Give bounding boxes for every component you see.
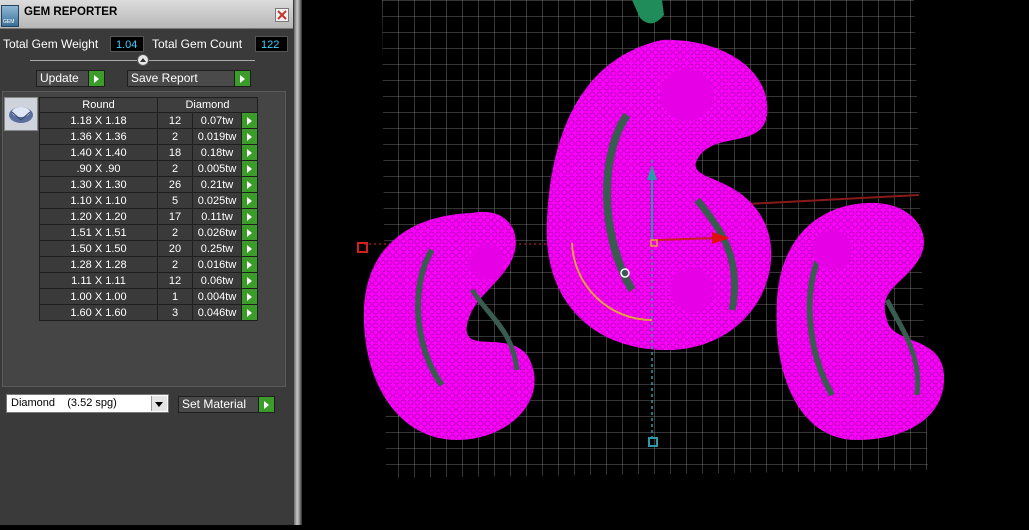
divider bbox=[149, 60, 255, 61]
gem-count: 2 bbox=[157, 160, 193, 177]
gem-count: 17 bbox=[157, 208, 193, 225]
gem-count: 1 bbox=[157, 288, 193, 305]
collapse-icon[interactable] bbox=[137, 54, 149, 66]
select-gems-button[interactable] bbox=[241, 176, 258, 193]
title-bar[interactable]: GEM REPORTER bbox=[0, 0, 293, 29]
play-icon bbox=[88, 71, 104, 86]
select-gems-button[interactable] bbox=[241, 272, 258, 289]
save-report-button[interactable]: Save Report bbox=[127, 70, 251, 87]
shape-header: Round bbox=[39, 97, 158, 113]
total-gem-weight-label: Total Gem Weight bbox=[3, 37, 99, 51]
save-report-button-label: Save Report bbox=[131, 71, 198, 85]
gem-weight: 0.046tw bbox=[192, 304, 242, 321]
select-gems-button[interactable] bbox=[241, 304, 258, 321]
select-gems-button[interactable] bbox=[241, 240, 258, 257]
gem-size: 1.30 X 1.30 bbox=[39, 176, 158, 193]
set-material-button[interactable]: Set Material bbox=[178, 396, 275, 413]
gem-count: 5 bbox=[157, 192, 193, 209]
gem-reporter-panel: GEM REPORTER Total Gem Weight 1.04 Total… bbox=[0, 0, 294, 525]
select-gems-button[interactable] bbox=[241, 160, 258, 177]
material-header: Diamond bbox=[157, 97, 258, 113]
update-button[interactable]: Update bbox=[36, 70, 105, 87]
gem-size: 1.51 X 1.51 bbox=[39, 224, 158, 241]
play-icon bbox=[258, 397, 274, 412]
gem-row[interactable]: 1.28 X 1.28 2 0.016tw bbox=[39, 256, 258, 273]
gem-reporter-app-icon bbox=[1, 5, 19, 27]
update-button-label: Update bbox=[40, 71, 79, 85]
total-gem-weight-value: 1.04 bbox=[110, 36, 144, 52]
gem-size: 1.40 X 1.40 bbox=[39, 144, 158, 161]
gem-weight: 0.21tw bbox=[192, 176, 242, 193]
gem-weight: 0.25tw bbox=[192, 240, 242, 257]
select-gems-button[interactable] bbox=[241, 208, 258, 225]
gem-row[interactable]: 1.10 X 1.10 5 0.025tw bbox=[39, 192, 258, 209]
gem-size: 1.28 X 1.28 bbox=[39, 256, 158, 273]
gem-size: 1.11 X 1.11 bbox=[39, 272, 158, 289]
panel-title: GEM REPORTER bbox=[24, 6, 118, 18]
gem-size: 1.20 X 1.20 bbox=[39, 208, 158, 225]
gem-size: 1.50 X 1.50 bbox=[39, 240, 158, 257]
gem-weight: 0.18tw bbox=[192, 144, 242, 161]
gem-weight: 0.06tw bbox=[192, 272, 242, 289]
select-gems-button[interactable] bbox=[241, 144, 258, 161]
gem-row[interactable]: 1.51 X 1.51 2 0.026tw bbox=[39, 224, 258, 241]
dropdown-arrow-icon[interactable] bbox=[151, 396, 167, 411]
gem-weight: 0.026tw bbox=[192, 224, 242, 241]
gem-row[interactable]: 1.00 X 1.00 1 0.004tw bbox=[39, 288, 258, 305]
gem-row[interactable]: 1.60 X 1.60 3 0.046tw bbox=[39, 304, 258, 321]
gem-weight: 0.019tw bbox=[192, 128, 242, 145]
gem-weight: 0.07tw bbox=[192, 112, 242, 129]
round-gem-icon[interactable] bbox=[4, 97, 38, 131]
gem-row[interactable]: 1.30 X 1.30 26 0.21tw bbox=[39, 176, 258, 193]
gem-count: 18 bbox=[157, 144, 193, 161]
gem-count: 2 bbox=[157, 128, 193, 145]
gem-weight: 0.025tw bbox=[192, 192, 242, 209]
gem-size: 1.36 X 1.36 bbox=[39, 128, 158, 145]
select-gems-button[interactable] bbox=[241, 192, 258, 209]
gem-row[interactable]: 1.50 X 1.50 20 0.25tw bbox=[39, 240, 258, 257]
gem-row[interactable]: 1.11 X 1.11 12 0.06tw bbox=[39, 272, 258, 289]
gem-weight: 0.004tw bbox=[192, 288, 242, 305]
gem-weight: 0.11tw bbox=[192, 208, 242, 225]
gem-weight: 0.005tw bbox=[192, 160, 242, 177]
material-select[interactable]: Diamond (3.52 spg) bbox=[6, 394, 169, 413]
total-gem-count-label: Total Gem Count bbox=[152, 37, 243, 51]
gem-size: .90 X .90 bbox=[39, 160, 158, 177]
play-icon bbox=[234, 71, 250, 86]
select-gems-button[interactable] bbox=[241, 256, 258, 273]
gem-table: Round Diamond 1.18 X 1.18 12 0.07tw 1.36 X … bbox=[39, 97, 258, 321]
select-gems-button[interactable] bbox=[241, 128, 258, 145]
select-gems-button[interactable] bbox=[241, 288, 258, 305]
total-gem-count-value: 122 bbox=[255, 36, 288, 52]
gem-row[interactable]: 1.40 X 1.40 18 0.18tw bbox=[39, 144, 258, 161]
gem-count: 3 bbox=[157, 304, 193, 321]
gem-count: 12 bbox=[157, 112, 193, 129]
splitter[interactable] bbox=[294, 0, 302, 525]
select-gems-button[interactable] bbox=[241, 224, 258, 241]
divider bbox=[30, 60, 137, 61]
gem-count: 26 bbox=[157, 176, 193, 193]
gem-count: 2 bbox=[157, 256, 193, 273]
gem-size: 1.10 X 1.10 bbox=[39, 192, 158, 209]
gem-count: 12 bbox=[157, 272, 193, 289]
gem-count: 2 bbox=[157, 224, 193, 241]
gem-row[interactable]: 1.36 X 1.36 2 0.019tw bbox=[39, 128, 258, 145]
gem-weight: 0.016tw bbox=[192, 256, 242, 273]
select-gems-button[interactable] bbox=[241, 112, 258, 129]
gem-row[interactable]: 1.20 X 1.20 17 0.11tw bbox=[39, 208, 258, 225]
set-material-button-label: Set Material bbox=[182, 397, 247, 411]
viewport-canvas[interactable] bbox=[302, 0, 1029, 525]
gem-count: 20 bbox=[157, 240, 193, 257]
material-select-value: Diamond (3.52 spg) bbox=[11, 397, 117, 409]
gem-row[interactable]: 1.18 X 1.18 12 0.07tw bbox=[39, 112, 258, 129]
3d-viewport[interactable] bbox=[302, 0, 1029, 525]
gem-size: 1.60 X 1.60 bbox=[39, 304, 158, 321]
close-icon[interactable] bbox=[275, 8, 289, 22]
gem-size: 1.18 X 1.18 bbox=[39, 112, 158, 129]
gem-size: 1.00 X 1.00 bbox=[39, 288, 158, 305]
gem-row[interactable]: .90 X .90 2 0.005tw bbox=[39, 160, 258, 177]
